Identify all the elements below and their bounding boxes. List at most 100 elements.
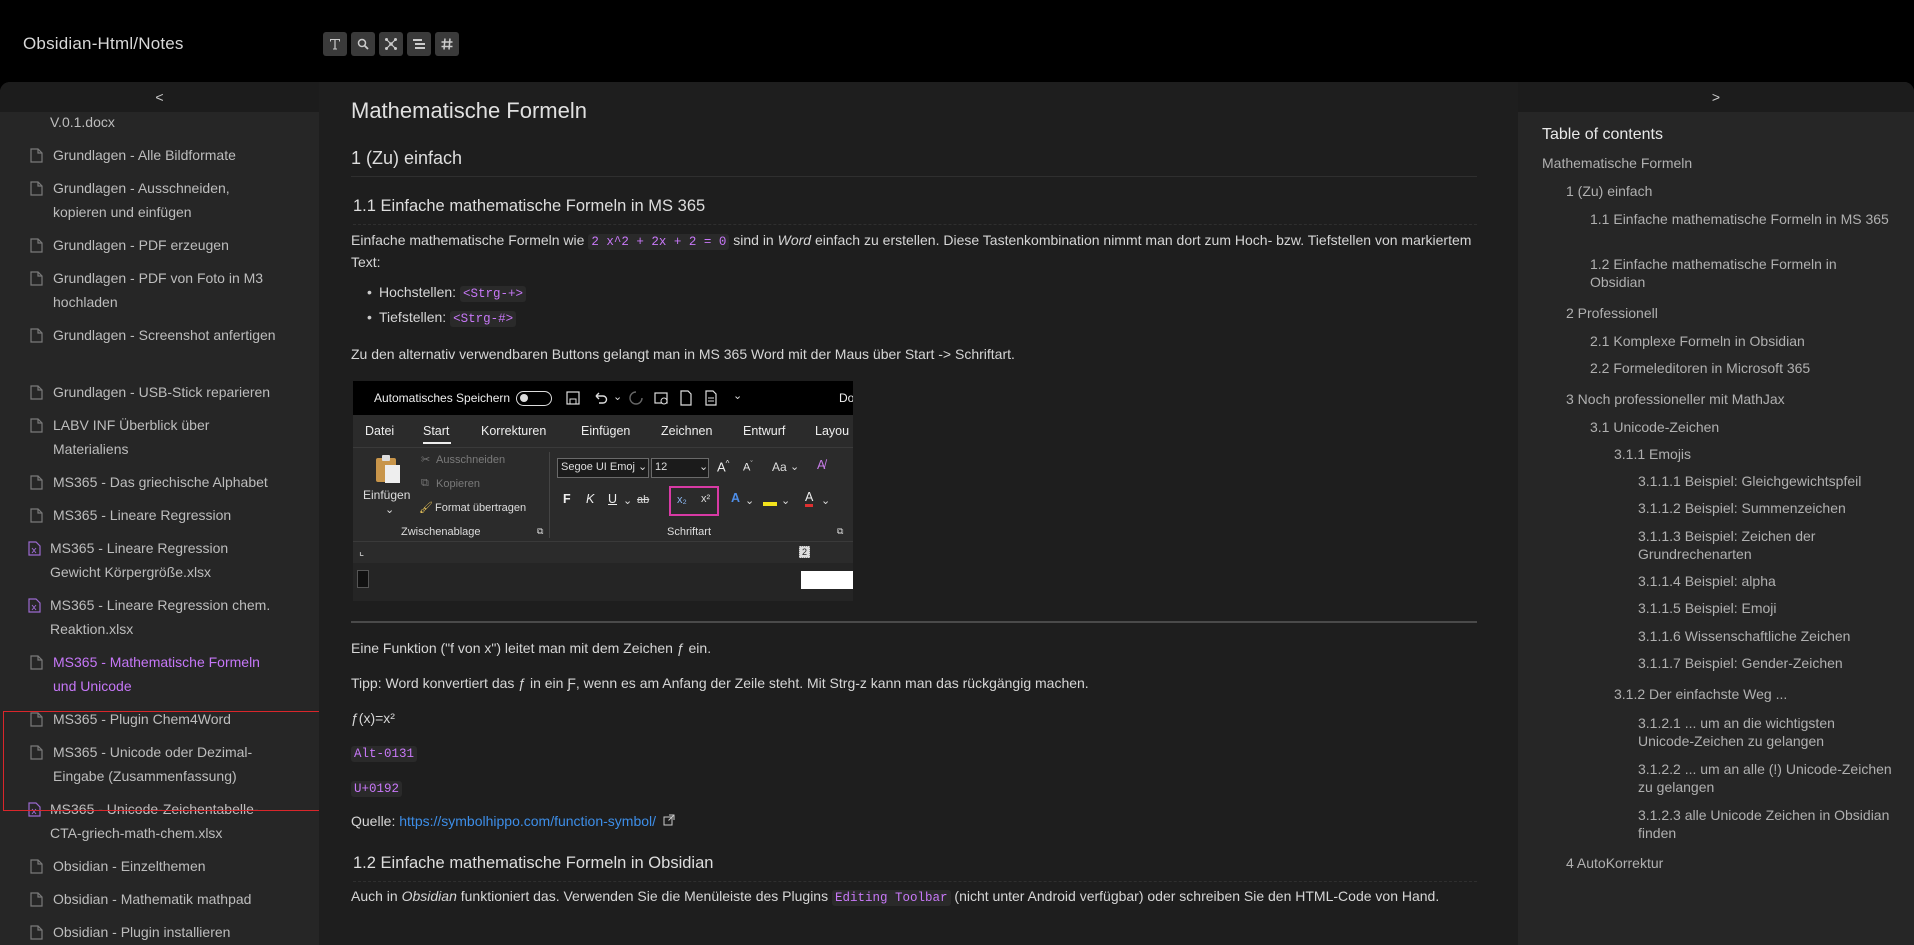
toc-item[interactable]: 2.2 Formeleditoren in Microsoft 365 — [1590, 359, 1890, 377]
source-line: Quelle: https://symbolhippo.com/function… — [351, 811, 1477, 831]
toggle-icon — [516, 391, 552, 406]
toc-item[interactable]: 1 (Zu) einfach — [1566, 182, 1886, 200]
toc-item[interactable]: 3.1.1 Emojis — [1614, 445, 1894, 463]
format-painter-icon: 🖌 — [419, 502, 433, 514]
cut-label: Ausschneiden — [436, 454, 506, 466]
collapse-right-button[interactable]: > — [1518, 82, 1914, 112]
toc-item[interactable]: 1.2 Einfache mathematische Formeln in Ob… — [1590, 255, 1890, 291]
formula: ƒ(x)=x² — [351, 710, 395, 726]
file-explorer: < V.0.1.docx Grundlagen - Alle Bildforma… — [0, 82, 319, 945]
graph-icon[interactable] — [379, 32, 403, 56]
tag-icon[interactable] — [435, 32, 459, 56]
customize-icon: ⌄ — [733, 390, 743, 402]
file-label: MS365 - Lineare Regression — [53, 507, 232, 523]
collapse-left-button[interactable]: < — [0, 82, 319, 112]
tree-icon[interactable] — [407, 32, 431, 56]
toc-title: Table of contents — [1542, 126, 1663, 143]
paragraph: Tipp: Word konvertiert das ƒ in ein Ƒ, w… — [351, 675, 1089, 691]
ribbon-tabs: Datei Start Korrekturen Einfügen Zeichne… — [353, 415, 853, 447]
paragraph: Einfache mathematische Formeln wie 2 x^2… — [351, 230, 1477, 272]
site-title[interactable]: Obsidian-Html/Notes — [23, 34, 184, 54]
expand-icon: ⧉ — [537, 526, 544, 536]
toc-item[interactable]: 3.1.2.3 alle Unicode Zeichen in Obsidian… — [1638, 806, 1908, 842]
toc-item[interactable]: 3.1.1.5 Beispiel: Emoji — [1638, 599, 1898, 617]
autosave-label: Automatisches Speichern — [374, 391, 511, 405]
file-icon — [30, 181, 43, 196]
font-size: 12 — [655, 461, 668, 473]
shrink-font-icon: Aˇ — [743, 461, 753, 474]
ribbon-tab: Entwurf — [743, 424, 786, 438]
font-color-icon: A — [805, 490, 814, 507]
copy-icon: ⧉ — [421, 477, 429, 489]
toc-item[interactable]: Mathematische Formeln — [1542, 154, 1882, 172]
word-ribbon-screenshot: Automatisches Speichern ⌄ ⌄ Do Datei Sta… — [353, 381, 853, 601]
file-label: Grundlagen - Screenshot anfertigen — [53, 327, 276, 343]
page-preview — [801, 571, 853, 589]
file-label: Grundlagen - Alle Bildformate — [53, 147, 236, 163]
ribbon-tab: Layou — [815, 424, 850, 438]
toc-item[interactable]: 3.1.1.3 Beispiel: Zeichen der Grundreche… — [1638, 527, 1878, 563]
undo-icon — [595, 392, 608, 404]
superscript-icon: x² — [701, 493, 711, 505]
toc-item[interactable]: 4 AutoKorrektur — [1566, 854, 1886, 872]
toc-item[interactable]: 3.1.2.2 ... um an alle (!) Unicode-Zeich… — [1638, 760, 1908, 796]
source-link[interactable]: https://symbolhippo.com/function-symbol/ — [399, 813, 656, 829]
file-icon — [30, 328, 43, 343]
toc-item[interactable]: 3.1.1.1 Beispiel: Gleichgewichtspfeil — [1638, 472, 1898, 490]
clipboard-group-label: Zwischenablage — [401, 526, 481, 538]
file-label: MS365 - Mathematische Formeln und Unicod… — [53, 654, 260, 694]
file-icon — [30, 655, 43, 670]
document-area — [353, 563, 853, 601]
file-label: Grundlagen - PDF von Foto in M3 hochlade… — [53, 270, 264, 310]
file-icon — [30, 508, 43, 523]
toc-item[interactable]: 3.1.1.7 Beispiel: Gender-Zeichen — [1638, 654, 1898, 672]
file-label: LABV INF Überblick über Materialiens — [53, 417, 210, 457]
inline-code: Editing Toolbar — [831, 890, 951, 906]
text: Quelle: — [351, 813, 400, 829]
subscript-icon: x₂ — [677, 494, 687, 506]
bold-icon: F — [563, 492, 571, 506]
expand-icon: ⧉ — [837, 526, 844, 536]
toc-item[interactable]: 2 Professionell — [1566, 304, 1886, 322]
toc-item[interactable]: 3.1.1.2 Beispiel: Summenzeichen — [1638, 499, 1898, 517]
chevron-down-icon: ⌄ — [745, 495, 755, 507]
inline-code: <Strg-#> — [450, 311, 517, 327]
toc-item[interactable]: 1.1 Einfache mathematische Formeln in MS… — [1590, 210, 1890, 228]
font-name-select: Segoe UI Emoj ⌄ — [557, 458, 649, 478]
ribbon-body: Einfügen ⌄ ✂ Ausschneiden ⧉ Kopieren 🖌 F… — [353, 447, 853, 541]
external-link-icon[interactable] — [663, 814, 675, 826]
file-icon — [30, 859, 43, 874]
toc-item[interactable]: 2.1 Komplexe Formeln in Obsidian — [1590, 332, 1890, 350]
heading-3: 1.2 Einfache mathematische Formeln in Ob… — [353, 854, 1477, 882]
toc-item[interactable]: 3.1.2.1 ... um an die wichtigsten Unicod… — [1638, 714, 1888, 750]
toc-item[interactable]: 3.1.1.4 Beispiel: alpha — [1638, 572, 1898, 590]
text-icon[interactable] — [323, 32, 347, 56]
toc-item[interactable]: 3.1 Unicode-Zeichen — [1590, 418, 1890, 436]
text: Hochstellen: — [379, 284, 460, 300]
table-of-contents: > Table of contents Mathematische Formel… — [1518, 82, 1914, 945]
doc-title-fragment: Do — [839, 391, 853, 405]
cut-icon: ✂ — [421, 454, 431, 466]
toc-item[interactable]: 3.1.2 Der einfachste Weg ... — [1614, 685, 1894, 703]
toolbar — [323, 32, 459, 56]
heading-2: 1 (Zu) einfach — [351, 148, 1477, 177]
ribbon-tab: Korrekturen — [481, 424, 547, 438]
file-icon — [30, 418, 43, 433]
selection-highlight — [3, 711, 319, 811]
list-item: Tiefstellen: <Strg-#> — [367, 309, 517, 327]
inline-code: <Strg-+> — [459, 286, 526, 302]
chevron-down-icon: ⌄ — [613, 391, 623, 403]
file-label: Grundlagen - USB-Stick reparieren — [53, 384, 271, 400]
strikethrough-icon: ab — [637, 494, 650, 506]
tab-stop-icon: ⌞ — [359, 546, 365, 558]
paragraph: Zu den alternativ verwendbaren Buttons g… — [351, 346, 1015, 362]
text: funktioniert das. Verwenden Sie die Menü… — [456, 888, 832, 904]
file-label: Grundlagen - Ausschneiden, kopieren und … — [53, 180, 230, 220]
file-icon — [30, 475, 43, 490]
underline-icon: U — [608, 492, 618, 506]
file-icon — [30, 925, 43, 940]
cursor-marker — [357, 570, 369, 588]
search-icon[interactable] — [351, 32, 375, 56]
toc-item[interactable]: 3.1.1.6 Wissenschaftliche Zeichen — [1638, 627, 1898, 645]
toc-item[interactable]: 3 Noch professioneller mit MathJax — [1566, 390, 1886, 408]
